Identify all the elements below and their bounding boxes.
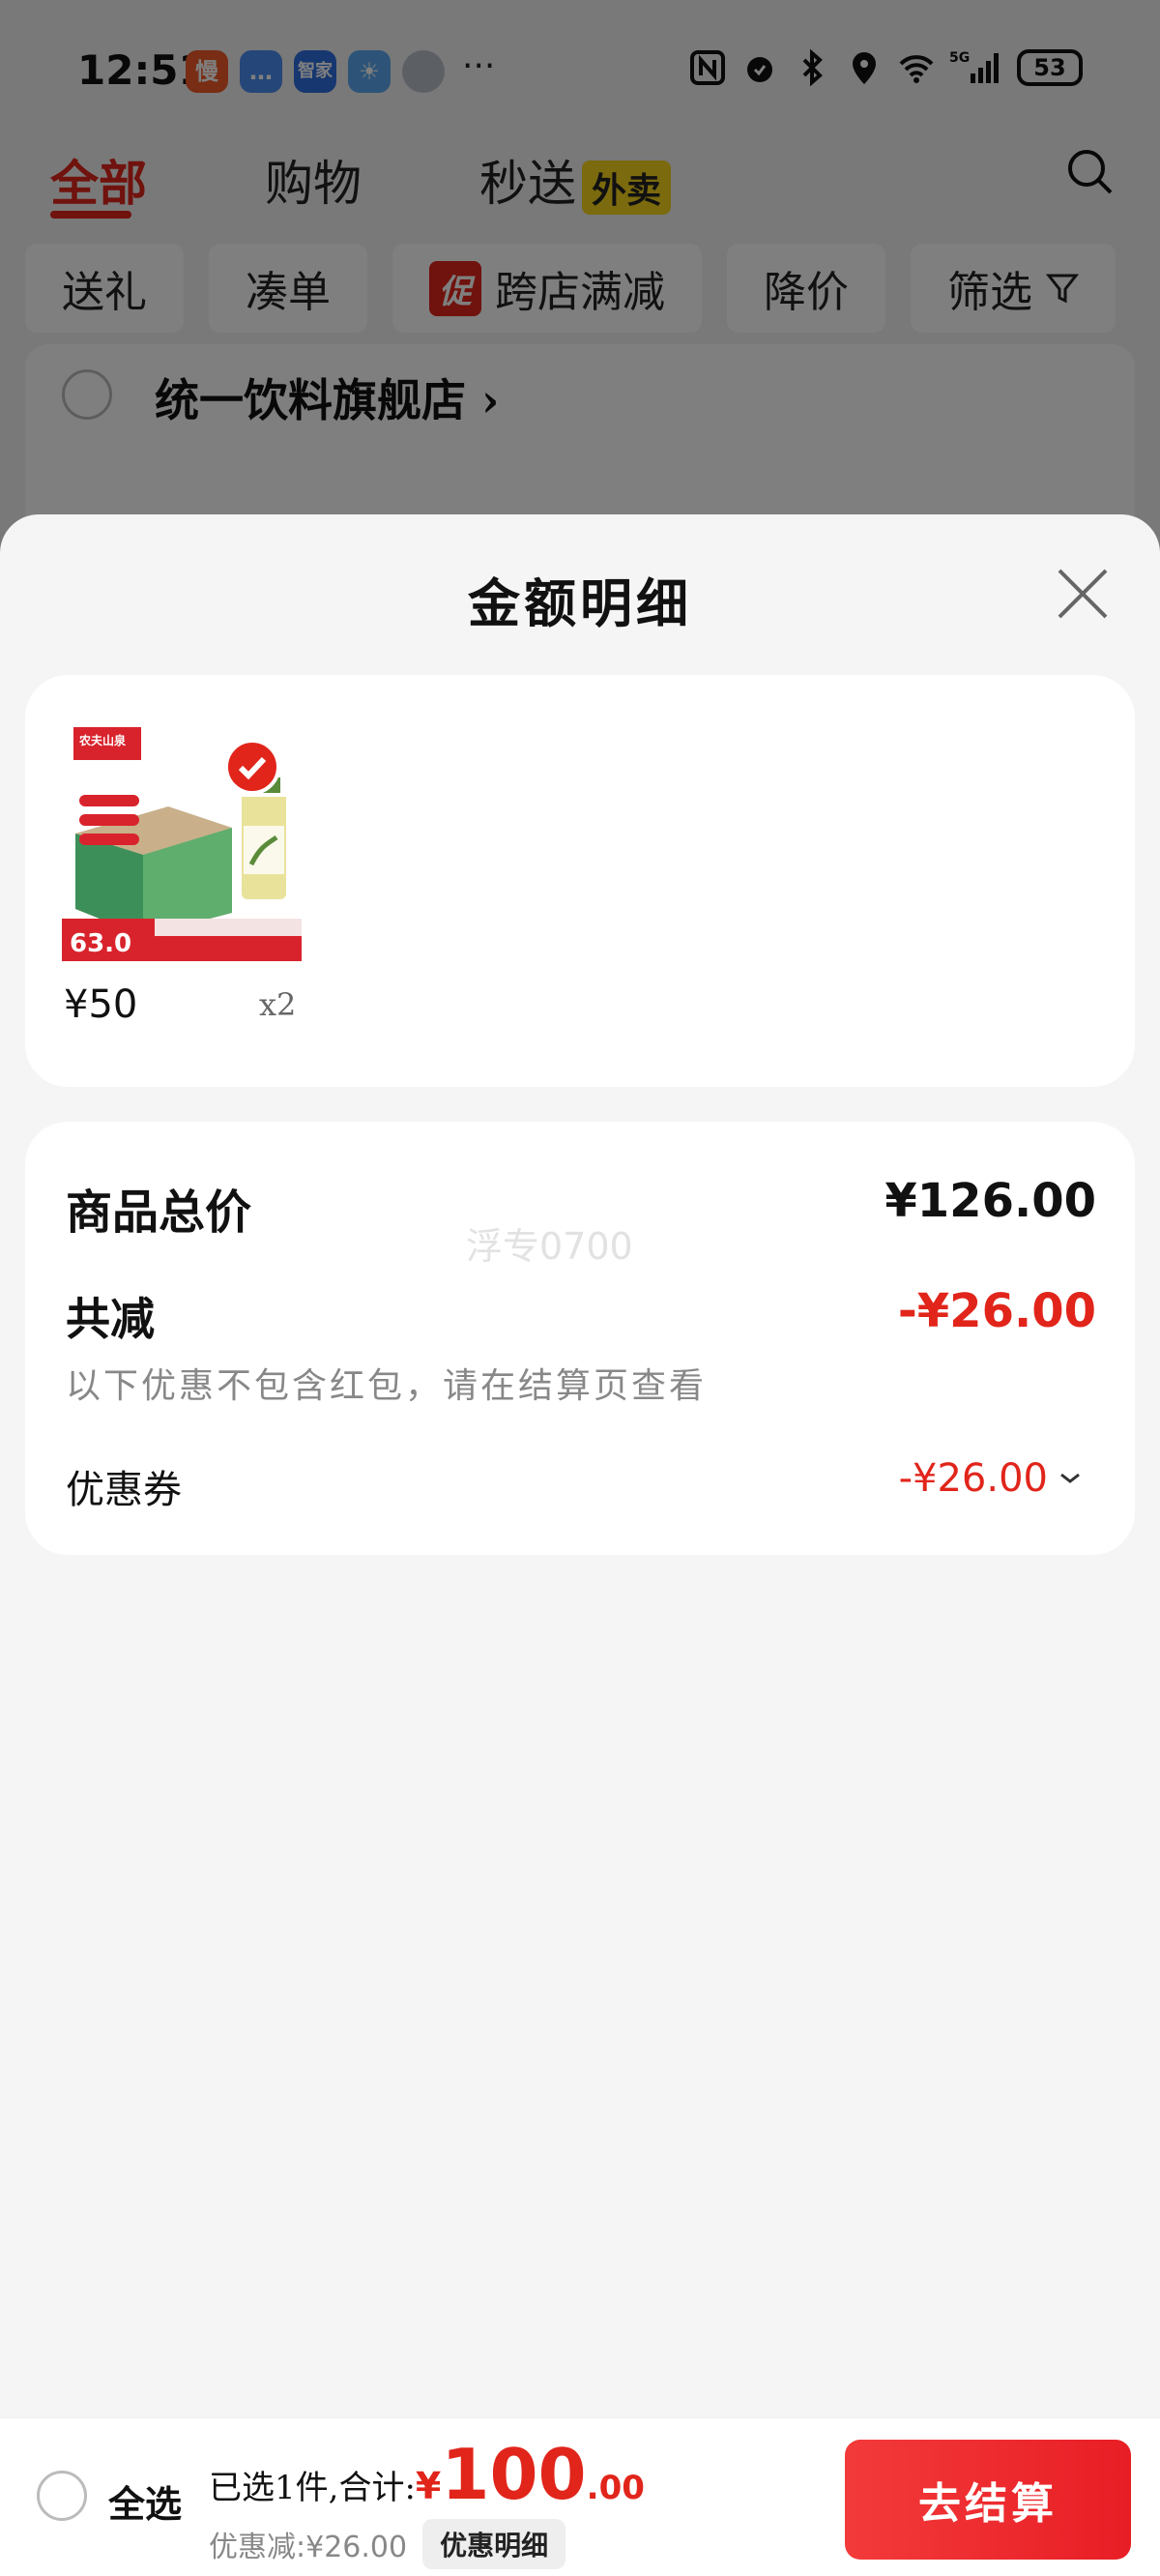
- discount-value: -¥26.00: [897, 1284, 1096, 1338]
- sheet-title: 金额明细: [468, 572, 692, 634]
- total-currency: ¥: [415, 2465, 442, 2507]
- total-value: ¥126.00: [884, 1174, 1096, 1228]
- discount-summary: 优惠减:¥26.00 优惠明细: [209, 2519, 566, 2569]
- discount-amount-text: 优惠减:¥26.00: [209, 2531, 408, 2564]
- total-decimals: .00: [586, 2469, 645, 2507]
- product-card: 农夫山泉 63.0 ¥50 x2: [25, 675, 1135, 1087]
- select-all-radio[interactable]: [37, 2471, 87, 2521]
- product-price: ¥50: [64, 982, 138, 1027]
- selected-count-text: 已选1件,合计:: [209, 2469, 416, 2507]
- discount-note: 以下优惠不包含红包，请在结算页查看: [66, 1366, 708, 1406]
- close-icon[interactable]: [1054, 565, 1112, 623]
- select-all-label[interactable]: 全选: [108, 2474, 182, 2528]
- amount-detail-sheet: 金额明细 农夫山泉 63.0 ¥50 x2 商品总价 ¥126.00 浮专070…: [0, 514, 1160, 2417]
- coupon-row-toggle[interactable]: -¥26.00: [899, 1456, 1083, 1501]
- background-page: 12:51 慢 … 智家 ☀ ··· 5G 53 全部 购物 秒送外卖 送礼 凑…: [0, 0, 1160, 557]
- total-amount: 100: [441, 2434, 587, 2515]
- watermark: 浮专0700: [466, 1225, 633, 1268]
- selected-check-icon: [224, 739, 280, 795]
- discount-detail-button[interactable]: 优惠明细: [422, 2519, 566, 2569]
- selected-summary: 已选1件,合计: ¥ 100 .00: [209, 2440, 645, 2509]
- total-label: 商品总价: [66, 1186, 252, 1240]
- price-summary-card: 商品总价 ¥126.00 浮专0700 共减 -¥26.00 以下优惠不包含红包…: [25, 1122, 1135, 1555]
- product-quantity: x2: [259, 986, 297, 1023]
- modal-overlay[interactable]: [0, 0, 1160, 542]
- checkout-button[interactable]: 去结算: [845, 2440, 1131, 2560]
- chevron-down-icon: [1060, 1473, 1080, 1483]
- checkout-bar: 全选 已选1件,合计: ¥ 100 .00 优惠减:¥26.00 优惠明细 去结…: [0, 2417, 1160, 2576]
- coupon-label: 优惠券: [66, 1468, 182, 1512]
- coupon-value: -¥26.00: [898, 1456, 1048, 1501]
- discount-label: 共减: [66, 1293, 155, 1345]
- product-brand: 农夫山泉: [78, 733, 127, 747]
- product-price-tag: 63.0: [70, 929, 131, 958]
